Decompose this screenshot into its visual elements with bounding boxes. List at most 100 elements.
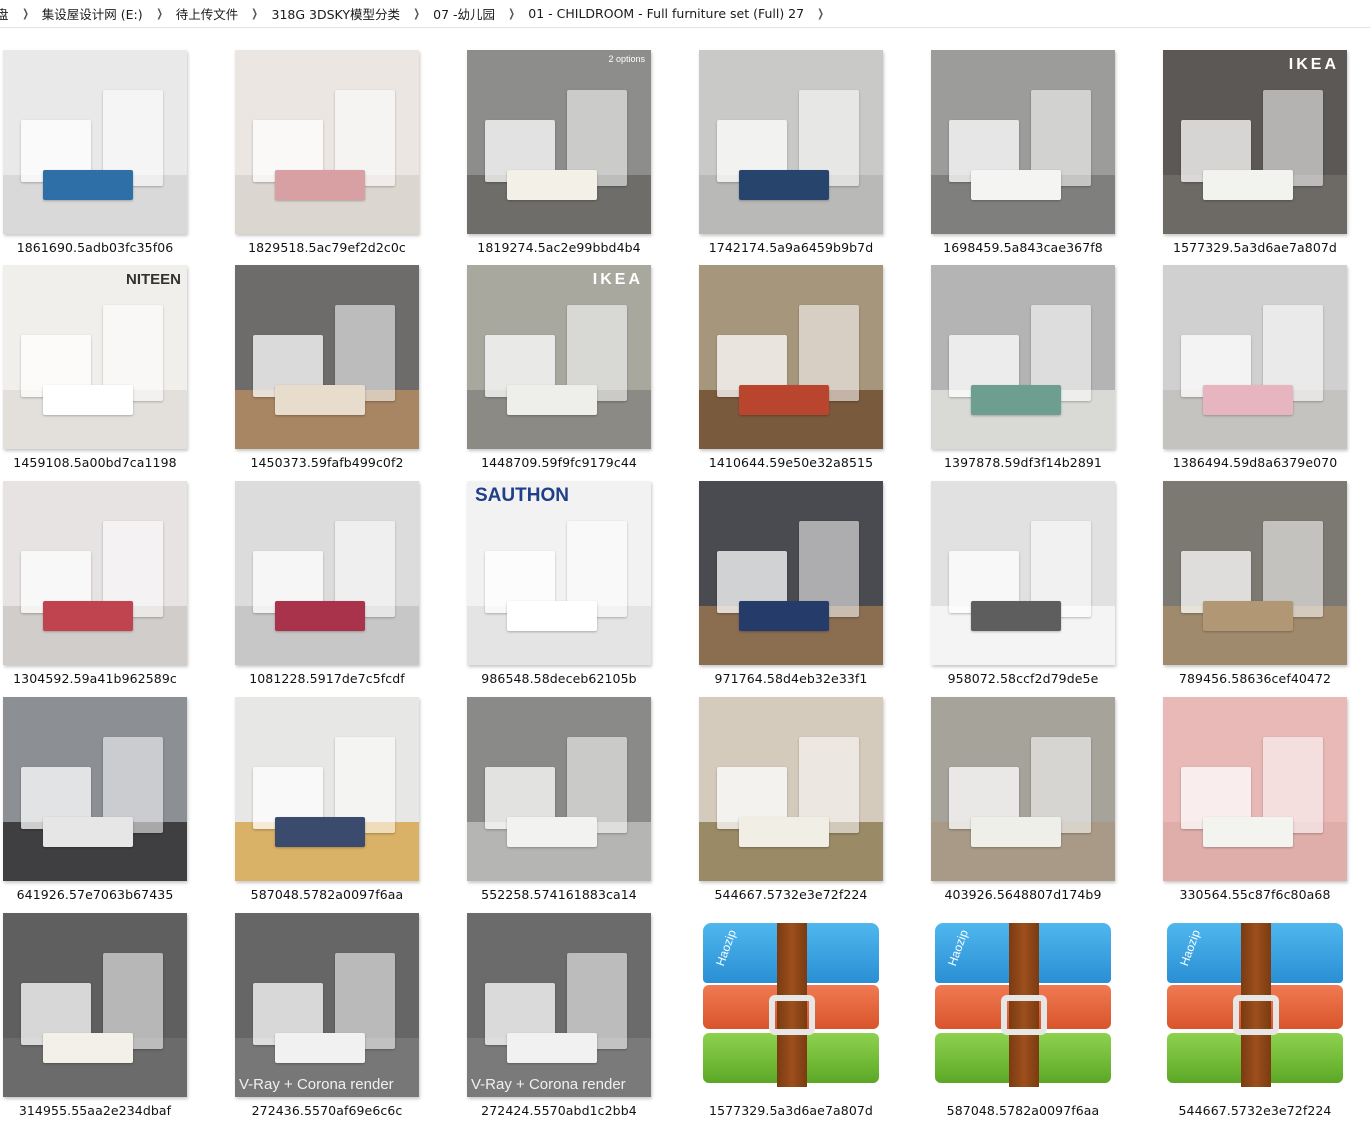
image-file-item[interactable]: V-Ray + Corona render 272436.5570af69e6c6… xyxy=(235,913,435,1129)
thumbnail-image xyxy=(3,50,187,234)
image-file-item[interactable]: 403926.5648807d174b9 xyxy=(931,697,1131,913)
image-file-item[interactable]: 544667.5732e3e72f224 xyxy=(699,697,899,913)
thumbnail-image xyxy=(699,481,883,665)
image-file-item[interactable]: 641926.57e7063b67435 xyxy=(3,697,203,913)
file-name-label[interactable]: 1577329.5a3d6ae7a807d xyxy=(1163,240,1347,255)
chevron-right-icon[interactable]: ❯ xyxy=(408,7,426,20)
archive-icon: Haozip xyxy=(699,913,883,1097)
file-name-label[interactable]: 1448709.59f9fc9179c44 xyxy=(467,455,651,470)
image-file-item[interactable]: IKEA 1448709.59f9fc9179c44 xyxy=(467,265,667,481)
image-file-item[interactable]: SAUTHON 986548.58deceb62105b xyxy=(467,481,667,697)
image-file-item[interactable]: 1829518.5ac79ef2d2c0c xyxy=(235,50,435,266)
thumbnail-overlay-text: V-Ray + Corona render xyxy=(239,1076,394,1093)
image-file-item[interactable]: 314955.55aa2e234dbaf xyxy=(3,913,203,1129)
thumbnail-image xyxy=(235,481,419,665)
image-file-item[interactable]: 2 options 1819274.5ac2e99bbd4b4 xyxy=(467,50,667,266)
file-name-label[interactable]: 1742174.5a9a6459b9b7d xyxy=(699,240,883,255)
file-name-label[interactable]: 544667.5732e3e72f224 xyxy=(1163,1103,1347,1118)
file-name-label[interactable]: 314955.55aa2e234dbaf xyxy=(3,1103,187,1118)
file-name-label[interactable]: 587048.5782a0097f6aa xyxy=(235,887,419,902)
file-name-label[interactable]: 1397878.59df3f14b2891 xyxy=(931,455,1115,470)
image-file-item[interactable]: 1386494.59d8a6379e070 xyxy=(1163,265,1363,481)
thumbnail-overlay-text: IKEA xyxy=(592,271,643,288)
file-name-label[interactable]: 1829518.5ac79ef2d2c0c xyxy=(235,240,419,255)
image-file-item[interactable]: 789456.58636cef40472 xyxy=(1163,481,1363,697)
image-file-item[interactable]: 1304592.59a41b962589c xyxy=(3,481,203,697)
file-name-label[interactable]: 272436.5570af69e6c6c xyxy=(235,1103,419,1118)
file-name-label[interactable]: 552258.574161883ca14 xyxy=(467,887,651,902)
image-file-item[interactable]: 1397878.59df3f14b2891 xyxy=(931,265,1131,481)
thumbnail-image: IKEA xyxy=(467,265,651,449)
archive-icon: Haozip xyxy=(931,913,1115,1097)
file-name-label[interactable]: 971764.58d4eb32e33f1 xyxy=(699,671,883,686)
chevron-right-icon[interactable]: ❯ xyxy=(503,7,521,20)
thumbnail-image xyxy=(931,697,1115,881)
file-name-label[interactable]: 958072.58ccf2d79de5e xyxy=(931,671,1115,686)
file-name-label[interactable]: 641926.57e7063b67435 xyxy=(3,887,187,902)
thumbnail-overlay-text: V-Ray + Corona render xyxy=(471,1076,626,1093)
file-name-label[interactable]: 403926.5648807d174b9 xyxy=(931,887,1115,902)
thumbnail-image xyxy=(1163,697,1347,881)
image-file-item[interactable]: 330564.55c87f6c80a68 xyxy=(1163,697,1363,913)
thumbnail-overlay-text: SAUTHON xyxy=(475,485,569,506)
thumbnail-image xyxy=(1163,265,1347,449)
thumbnail-image xyxy=(1163,481,1347,665)
image-file-item[interactable]: NITEEN 1459108.5a00bd7ca1198 xyxy=(3,265,203,481)
breadcrumb-item[interactable]: 待上传文件 xyxy=(172,3,243,25)
image-file-item[interactable]: IKEA 1577329.5a3d6ae7a807d xyxy=(1163,50,1363,266)
image-file-item[interactable]: 971764.58d4eb32e33f1 xyxy=(699,481,899,697)
chevron-right-icon[interactable]: ❯ xyxy=(246,7,264,20)
thumbnail-image xyxy=(3,697,187,881)
archive-icon: Haozip xyxy=(1163,913,1347,1097)
image-file-item[interactable]: 1450373.59fafb499c0f2 xyxy=(235,265,435,481)
thumbnail-image xyxy=(931,265,1115,449)
file-name-label[interactable]: 1861690.5adb03fc35f06 xyxy=(3,240,187,255)
archive-file-item[interactable]: Haozip 544667.5732e3e72f224 xyxy=(1163,913,1363,1129)
file-name-label[interactable]: 1459108.5a00bd7ca1198 xyxy=(3,455,187,470)
image-file-item[interactable]: V-Ray + Corona render 272424.5570abd1c2bb… xyxy=(467,913,667,1129)
image-file-item[interactable]: 1410644.59e50e32a8515 xyxy=(699,265,899,481)
file-name-label[interactable]: 1304592.59a41b962589c xyxy=(3,671,187,686)
image-file-item[interactable]: 958072.58ccf2d79de5e xyxy=(931,481,1131,697)
file-name-label[interactable]: 1577329.5a3d6ae7a807d xyxy=(699,1103,883,1118)
file-name-label[interactable]: 1386494.59d8a6379e070 xyxy=(1163,455,1347,470)
thumbnail-image: V-Ray + Corona render xyxy=(235,913,419,1097)
chevron-right-icon[interactable]: ❯ xyxy=(812,7,830,20)
file-name-label[interactable]: 272424.5570abd1c2bb4 xyxy=(467,1103,651,1118)
breadcrumb-item[interactable]: 盘 xyxy=(0,3,13,25)
image-file-item[interactable]: 1698459.5a843cae367f8 xyxy=(931,50,1131,266)
breadcrumb: 盘❯集设屋设计网 (E:)❯待上传文件❯318G 3DSKY模型分类❯07 -幼… xyxy=(0,0,1370,28)
image-file-item[interactable]: 1742174.5a9a6459b9b7d xyxy=(699,50,899,266)
image-file-item[interactable]: 587048.5782a0097f6aa xyxy=(235,697,435,913)
image-file-item[interactable]: 552258.574161883ca14 xyxy=(467,697,667,913)
breadcrumb-item[interactable]: 集设屋设计网 (E:) xyxy=(38,3,147,25)
file-name-label[interactable]: 789456.58636cef40472 xyxy=(1163,671,1347,686)
file-name-label[interactable]: 1410644.59e50e32a8515 xyxy=(699,455,883,470)
chevron-right-icon[interactable]: ❯ xyxy=(16,7,34,20)
file-name-label[interactable]: 1698459.5a843cae367f8 xyxy=(931,240,1115,255)
thumbnail-overlay-text: 2 options xyxy=(608,54,645,64)
thumbnail-image xyxy=(235,265,419,449)
file-name-label[interactable]: 1081228.5917de7c5fcdf xyxy=(235,671,419,686)
thumbnail-image xyxy=(931,481,1115,665)
breadcrumb-item[interactable]: 07 -幼儿园 xyxy=(429,3,499,25)
file-name-label[interactable]: 587048.5782a0097f6aa xyxy=(931,1103,1115,1118)
thumbnail-image xyxy=(3,481,187,665)
archive-file-item[interactable]: Haozip 587048.5782a0097f6aa xyxy=(931,913,1131,1129)
thumbnail-image: NITEEN xyxy=(3,265,187,449)
breadcrumb-item[interactable]: 318G 3DSKY模型分类 xyxy=(268,3,404,25)
thumbnail-image: IKEA xyxy=(1163,50,1347,234)
file-name-label[interactable]: 330564.55c87f6c80a68 xyxy=(1163,887,1347,902)
thumbnail-image xyxy=(699,50,883,234)
chevron-right-icon[interactable]: ❯ xyxy=(150,7,168,20)
file-name-label[interactable]: 1819274.5ac2e99bbd4b4 xyxy=(467,240,651,255)
file-name-label[interactable]: 1450373.59fafb499c0f2 xyxy=(235,455,419,470)
image-file-item[interactable]: 1081228.5917de7c5fcdf xyxy=(235,481,435,697)
thumbnail-image xyxy=(235,50,419,234)
image-file-item[interactable]: 1861690.5adb03fc35f06 xyxy=(3,50,203,266)
file-name-label[interactable]: 544667.5732e3e72f224 xyxy=(699,887,883,902)
thumbnail-image xyxy=(467,697,651,881)
file-name-label[interactable]: 986548.58deceb62105b xyxy=(467,671,651,686)
breadcrumb-item[interactable]: 01 - CHILDROOM - Full furniture set (Ful… xyxy=(524,3,808,25)
archive-file-item[interactable]: Haozip 1577329.5a3d6ae7a807d xyxy=(699,913,899,1129)
